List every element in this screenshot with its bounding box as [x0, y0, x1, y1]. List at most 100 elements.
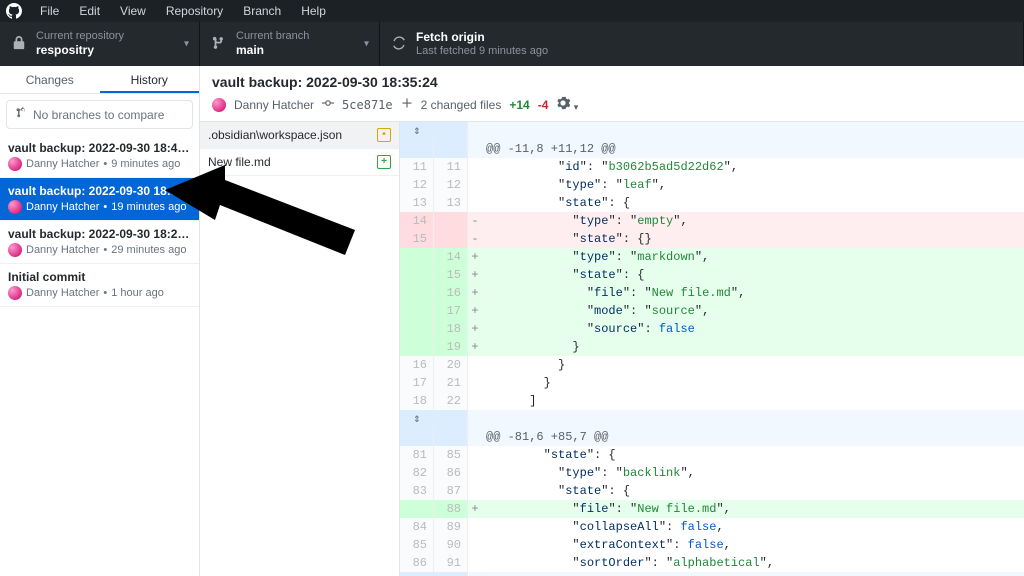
commit-item-when: 19 minutes ago — [111, 201, 186, 213]
commit-item-title: vault backup: 2022-09-30 18:25:25 — [8, 227, 191, 241]
commit-item-author: Danny Hatcher — [26, 287, 99, 299]
diff-line: 1313 "state": { — [400, 194, 1024, 212]
diff-line: 8185 "state": { — [400, 446, 1024, 464]
commit-submeta: Danny Hatcher 5ce871e 2 changed files +1… — [200, 94, 1024, 122]
diff-line: 8489 "collapseAll": false, — [400, 518, 1024, 536]
commit-detail: vault backup: 2022-09-30 18:35:24 Danny … — [200, 66, 1024, 576]
diff-hunk-header: @@ -11,8 +11,12 @@ — [400, 140, 1024, 158]
additions-count: +14 — [509, 98, 529, 112]
diff-line: 19+ } — [400, 338, 1024, 356]
lock-icon — [12, 36, 26, 53]
avatar — [8, 200, 22, 214]
avatar — [8, 286, 22, 300]
commit-title: vault backup: 2022-09-30 18:35:24 — [212, 74, 1012, 90]
menu-item-edit[interactable]: Edit — [69, 4, 110, 18]
toolbar: Current repository respositry ▾ Current … — [0, 22, 1024, 66]
fetch-button[interactable]: Fetch origin Last fetched 9 minutes ago — [380, 22, 1024, 66]
commit-item-author: Danny Hatcher — [26, 158, 99, 170]
diff-line: 8286 "type": "backlink", — [400, 464, 1024, 482]
menu-item-view[interactable]: View — [110, 4, 156, 18]
diff-line: 1822 ] — [400, 392, 1024, 410]
chevron-down-icon: ▾ — [184, 39, 189, 50]
main: Changes History No branches to compare v… — [0, 66, 1024, 576]
diff-line: 17+ "mode": "source", — [400, 302, 1024, 320]
sidebar: Changes History No branches to compare v… — [0, 66, 200, 576]
diff-line: 15+ "state": { — [400, 266, 1024, 284]
diff-icon — [401, 97, 413, 112]
sidebar-tabs: Changes History — [0, 66, 199, 94]
git-commit-icon — [322, 97, 334, 112]
changed-files-count[interactable]: 2 changed files — [421, 98, 502, 112]
commit-item-when: 9 minutes ago — [111, 158, 180, 170]
diff-line: 18+ "source": false — [400, 320, 1024, 338]
git-branch-icon — [212, 36, 226, 53]
diff-line: 14- "type": "empty", — [400, 212, 1024, 230]
gear-icon[interactable]: ▾ — [556, 96, 578, 113]
file-path: .obsidian\workspace.json — [208, 128, 342, 142]
avatar — [212, 98, 226, 112]
avatar — [8, 243, 22, 257]
commit-item-title: vault backup: 2022-09-30 18:35:24 — [8, 184, 191, 198]
commit-list-item[interactable]: vault backup: 2022-09-30 18:35:24 Danny H… — [0, 178, 199, 221]
body-split: .obsidian\workspace.json•New file.md+ ⇕@… — [200, 122, 1024, 576]
menu-item-branch[interactable]: Branch — [233, 4, 291, 18]
commit-list-item[interactable]: vault backup: 2022-09-30 18:45:25 Danny H… — [0, 135, 199, 178]
sync-icon — [392, 36, 406, 53]
diff-line: 15- "state": {} — [400, 230, 1024, 248]
commit-item-when: 1 hour ago — [111, 287, 164, 299]
file-path: New file.md — [208, 155, 271, 169]
compare-placeholder: No branches to compare — [33, 108, 164, 122]
branch-value: main — [236, 43, 309, 57]
commit-item-title: Initial commit — [8, 270, 191, 284]
diff-line: 8387 "state": { — [400, 482, 1024, 500]
diff-expand-row[interactable]: ⇕ — [400, 122, 1024, 140]
diff-line: 8691 "sortOrder": "alphabetical", — [400, 554, 1024, 572]
github-logo-icon — [6, 3, 22, 19]
repo-value: respositry — [36, 43, 124, 57]
diff-view[interactable]: ⇕@@ -11,8 +11,12 @@1111 "id": "b3062b5ad… — [400, 122, 1024, 576]
menu-item-repository[interactable]: Repository — [156, 4, 233, 18]
branch-selector[interactable]: Current branch main ▾ — [200, 22, 380, 66]
branch-label: Current branch — [236, 30, 309, 43]
commit-list-item[interactable]: vault backup: 2022-09-30 18:25:25 Danny H… — [0, 221, 199, 264]
fetch-label: Fetch origin — [416, 30, 548, 44]
menubar: FileEditViewRepositoryBranchHelp — [0, 0, 1024, 22]
diff-line: 1721 } — [400, 374, 1024, 392]
commit-sha: 5ce871e — [342, 98, 393, 112]
diff-line: 1620 } — [400, 356, 1024, 374]
diff-line: 88+ "file": "New file.md", — [400, 500, 1024, 518]
commit-list-item[interactable]: Initial commitDanny Hatcher • 1 hour ago — [0, 264, 199, 307]
file-status-badge: + — [377, 155, 391, 169]
fetch-value: Last fetched 9 minutes ago — [416, 45, 548, 58]
commit-header: vault backup: 2022-09-30 18:35:24 — [200, 66, 1024, 94]
deletions-count: -4 — [538, 98, 549, 112]
repo-selector[interactable]: Current repository respositry ▾ — [0, 22, 200, 66]
tab-history[interactable]: History — [100, 66, 200, 93]
diff-line: 14+ "type": "markdown", — [400, 248, 1024, 266]
diff-line: 16+ "file": "New file.md", — [400, 284, 1024, 302]
menu-item-help[interactable]: Help — [291, 4, 336, 18]
diff-expand-row[interactable]: ⇕ — [400, 572, 1024, 576]
menu-item-file[interactable]: File — [30, 4, 69, 18]
commit-list: vault backup: 2022-09-30 18:45:25 Danny H… — [0, 135, 199, 576]
diff-line: 8590 "extraContext": false, — [400, 536, 1024, 554]
diff-expand-row[interactable]: ⇕ — [400, 410, 1024, 428]
commit-item-author: Danny Hatcher — [26, 201, 99, 213]
commit-item-author: Danny Hatcher — [26, 244, 99, 256]
tab-changes[interactable]: Changes — [0, 66, 100, 93]
commit-item-when: 29 minutes ago — [111, 244, 186, 256]
git-compare-icon — [15, 107, 27, 122]
compare-branch-selector[interactable]: No branches to compare — [6, 100, 193, 129]
commit-item-title: vault backup: 2022-09-30 18:45:25 — [8, 141, 191, 155]
chevron-down-icon: ▾ — [364, 39, 369, 50]
diff-line: 1212 "type": "leaf", — [400, 176, 1024, 194]
changed-files-list: .obsidian\workspace.json • New file.md + — [200, 122, 400, 576]
commit-author: Danny Hatcher — [234, 98, 314, 112]
avatar — [8, 157, 22, 171]
changed-file-row[interactable]: .obsidian\workspace.json • — [200, 122, 399, 149]
repo-label: Current repository — [36, 30, 124, 43]
file-status-badge: • — [377, 128, 391, 142]
diff-hunk-header: @@ -81,6 +85,7 @@ — [400, 428, 1024, 446]
diff-line: 1111 "id": "b3062b5ad5d22d62", — [400, 158, 1024, 176]
changed-file-row[interactable]: New file.md + — [200, 149, 399, 176]
